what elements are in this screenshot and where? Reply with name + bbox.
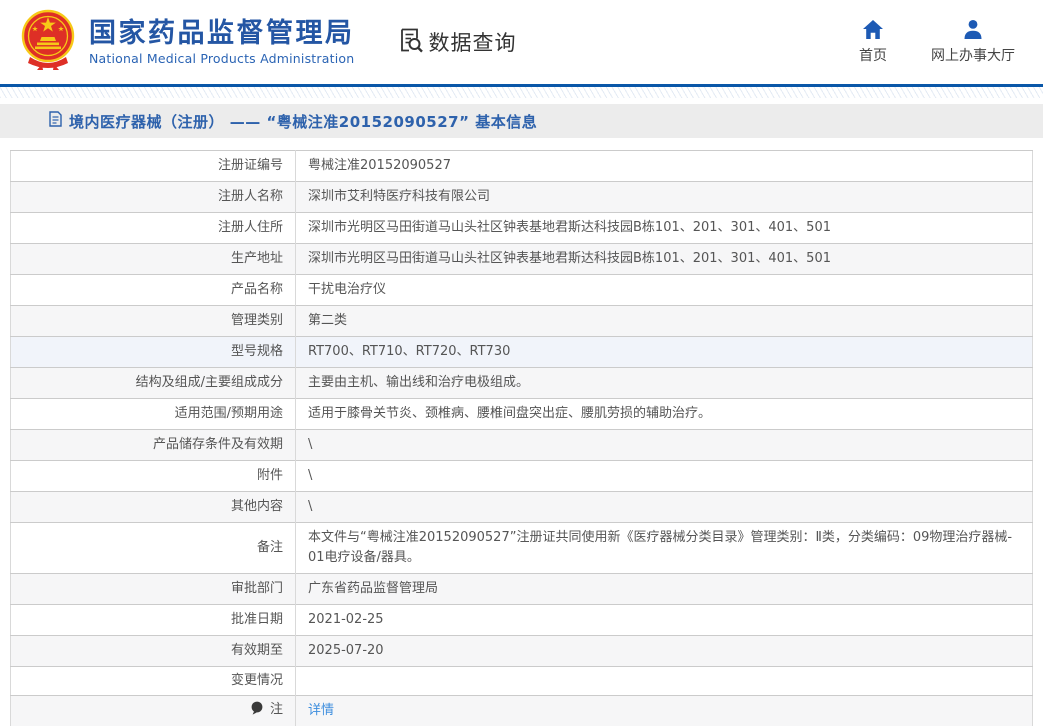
table-row: 生产地址 深圳市光明区马田街道马山头社区钟表基地君斯达科技园B栋101、201、… xyxy=(11,244,1033,275)
table-row-highlighted: 型号规格 RT700、RT710、RT720、RT730 xyxy=(11,337,1033,368)
row-value: 主要由主机、输出线和治疗电极组成。 xyxy=(296,368,1033,399)
table-row: 审批部门 广东省药品监督管理局 xyxy=(11,574,1033,605)
row-label: 型号规格 xyxy=(11,337,296,368)
header-nav: 首页 网上办事大厅 xyxy=(815,19,1015,65)
row-label: 适用范围/预期用途 xyxy=(11,399,296,430)
row-label: 审批部门 xyxy=(11,574,296,605)
detail-link[interactable]: 详情 xyxy=(308,703,334,718)
table-row: 适用范围/预期用途 适用于膝骨关节炎、颈椎病、腰椎间盘突出症、腰肌劳损的辅助治疗… xyxy=(11,399,1033,430)
row-value: 本文件与“粤械注准20152090527”注册证共同使用新《医疗器械分类目录》管… xyxy=(296,523,1033,574)
table-row: 产品储存条件及有效期 \ xyxy=(11,430,1033,461)
home-icon xyxy=(862,19,884,40)
user-icon xyxy=(962,19,984,40)
row-label: 注册证编号 xyxy=(11,151,296,182)
nav-home[interactable]: 首页 xyxy=(859,19,887,65)
row-label: 其他内容 xyxy=(11,492,296,523)
row-value: 2025-07-20 xyxy=(296,636,1033,667)
row-label: 结构及组成/主要组成成分 xyxy=(11,368,296,399)
nav-online-hall-label: 网上办事大厅 xyxy=(931,45,1015,65)
national-emblem-icon xyxy=(20,9,89,75)
row-value xyxy=(296,667,1033,696)
page-title: 境内医疗器械（注册） —— “粤械注准20152090527” 基本信息 xyxy=(69,111,537,132)
data-query-label: 数据查询 xyxy=(429,27,517,57)
table-row: 注册人名称 深圳市艾利特医疗科技有限公司 xyxy=(11,182,1033,213)
breadcrumb: 境内医疗器械（注册） —— “粤械注准20152090527” 基本信息 xyxy=(0,104,1043,138)
table-row: 其他内容 \ xyxy=(11,492,1033,523)
row-value: 深圳市光明区马田街道马山头社区钟表基地君斯达科技园B栋101、201、301、4… xyxy=(296,213,1033,244)
table-row: 产品名称 干扰电治疗仪 xyxy=(11,275,1033,306)
row-value: 详情 xyxy=(296,696,1033,726)
row-label: 产品名称 xyxy=(11,275,296,306)
table-row: 变更情况 xyxy=(11,667,1033,696)
row-value: 干扰电治疗仪 xyxy=(296,275,1033,306)
nav-home-label: 首页 xyxy=(859,45,887,65)
table-row-note: 注 详情 xyxy=(11,696,1033,726)
row-label: 管理类别 xyxy=(11,306,296,337)
data-query-section[interactable]: 数据查询 xyxy=(397,26,517,58)
table-row: 注册人住所 深圳市光明区马田街道马山头社区钟表基地君斯达科技园B栋101、201… xyxy=(11,213,1033,244)
row-label: 产品储存条件及有效期 xyxy=(11,430,296,461)
row-value: \ xyxy=(296,430,1033,461)
row-label: 注册人住所 xyxy=(11,213,296,244)
table-row: 注册证编号 粤械注准20152090527 xyxy=(11,151,1033,182)
registration-detail-table: 注册证编号 粤械注准20152090527 注册人名称 深圳市艾利特医疗科技有限… xyxy=(10,150,1033,726)
row-value: 深圳市光明区马田街道马山头社区钟表基地君斯达科技园B栋101、201、301、4… xyxy=(296,244,1033,275)
site-subtitle: National Medical Products Administration xyxy=(89,51,355,66)
logo-text-block: 国家药品监督管理局 National Medical Products Admi… xyxy=(89,18,355,66)
row-value: 深圳市艾利特医疗科技有限公司 xyxy=(296,182,1033,213)
table-row: 附件 \ xyxy=(11,461,1033,492)
row-value: 广东省药品监督管理局 xyxy=(296,574,1033,605)
row-value: 2021-02-25 xyxy=(296,605,1033,636)
table-row: 结构及组成/主要组成成分 主要由主机、输出线和治疗电极组成。 xyxy=(11,368,1033,399)
data-search-icon xyxy=(397,26,429,58)
row-value: RT700、RT710、RT720、RT730 xyxy=(296,337,1033,368)
row-value: \ xyxy=(296,461,1033,492)
page-header: 国家药品监督管理局 National Medical Products Admi… xyxy=(0,0,1043,84)
row-label: 有效期至 xyxy=(11,636,296,667)
table-row-remark: 备注 本文件与“粤械注准20152090527”注册证共同使用新《医疗器械分类目… xyxy=(11,523,1033,574)
row-value: 适用于膝骨关节炎、颈椎病、腰椎间盘突出症、腰肌劳损的辅助治疗。 xyxy=(296,399,1033,430)
row-value: 第二类 xyxy=(296,306,1033,337)
row-label: 备注 xyxy=(11,523,296,574)
row-label: 批准日期 xyxy=(11,605,296,636)
note-bulb-icon xyxy=(251,704,267,719)
nmpa-logo[interactable]: 国家药品监督管理局 National Medical Products Admi… xyxy=(20,9,355,75)
row-label: 变更情况 xyxy=(11,667,296,696)
site-title: 国家药品监督管理局 xyxy=(89,18,355,49)
row-label: 注册人名称 xyxy=(11,182,296,213)
row-label-text: 注 xyxy=(270,702,283,717)
table-row: 管理类别 第二类 xyxy=(11,306,1033,337)
row-label: 附件 xyxy=(11,461,296,492)
table-row: 有效期至 2025-07-20 xyxy=(11,636,1033,667)
nav-online-hall[interactable]: 网上办事大厅 xyxy=(931,19,1015,65)
row-label: 注 xyxy=(11,696,296,726)
table-row: 批准日期 2021-02-25 xyxy=(11,605,1033,636)
row-label: 生产地址 xyxy=(11,244,296,275)
document-icon xyxy=(49,111,69,131)
row-value: \ xyxy=(296,492,1033,523)
row-value: 粤械注准20152090527 xyxy=(296,151,1033,182)
hatch-strip xyxy=(0,87,1043,98)
